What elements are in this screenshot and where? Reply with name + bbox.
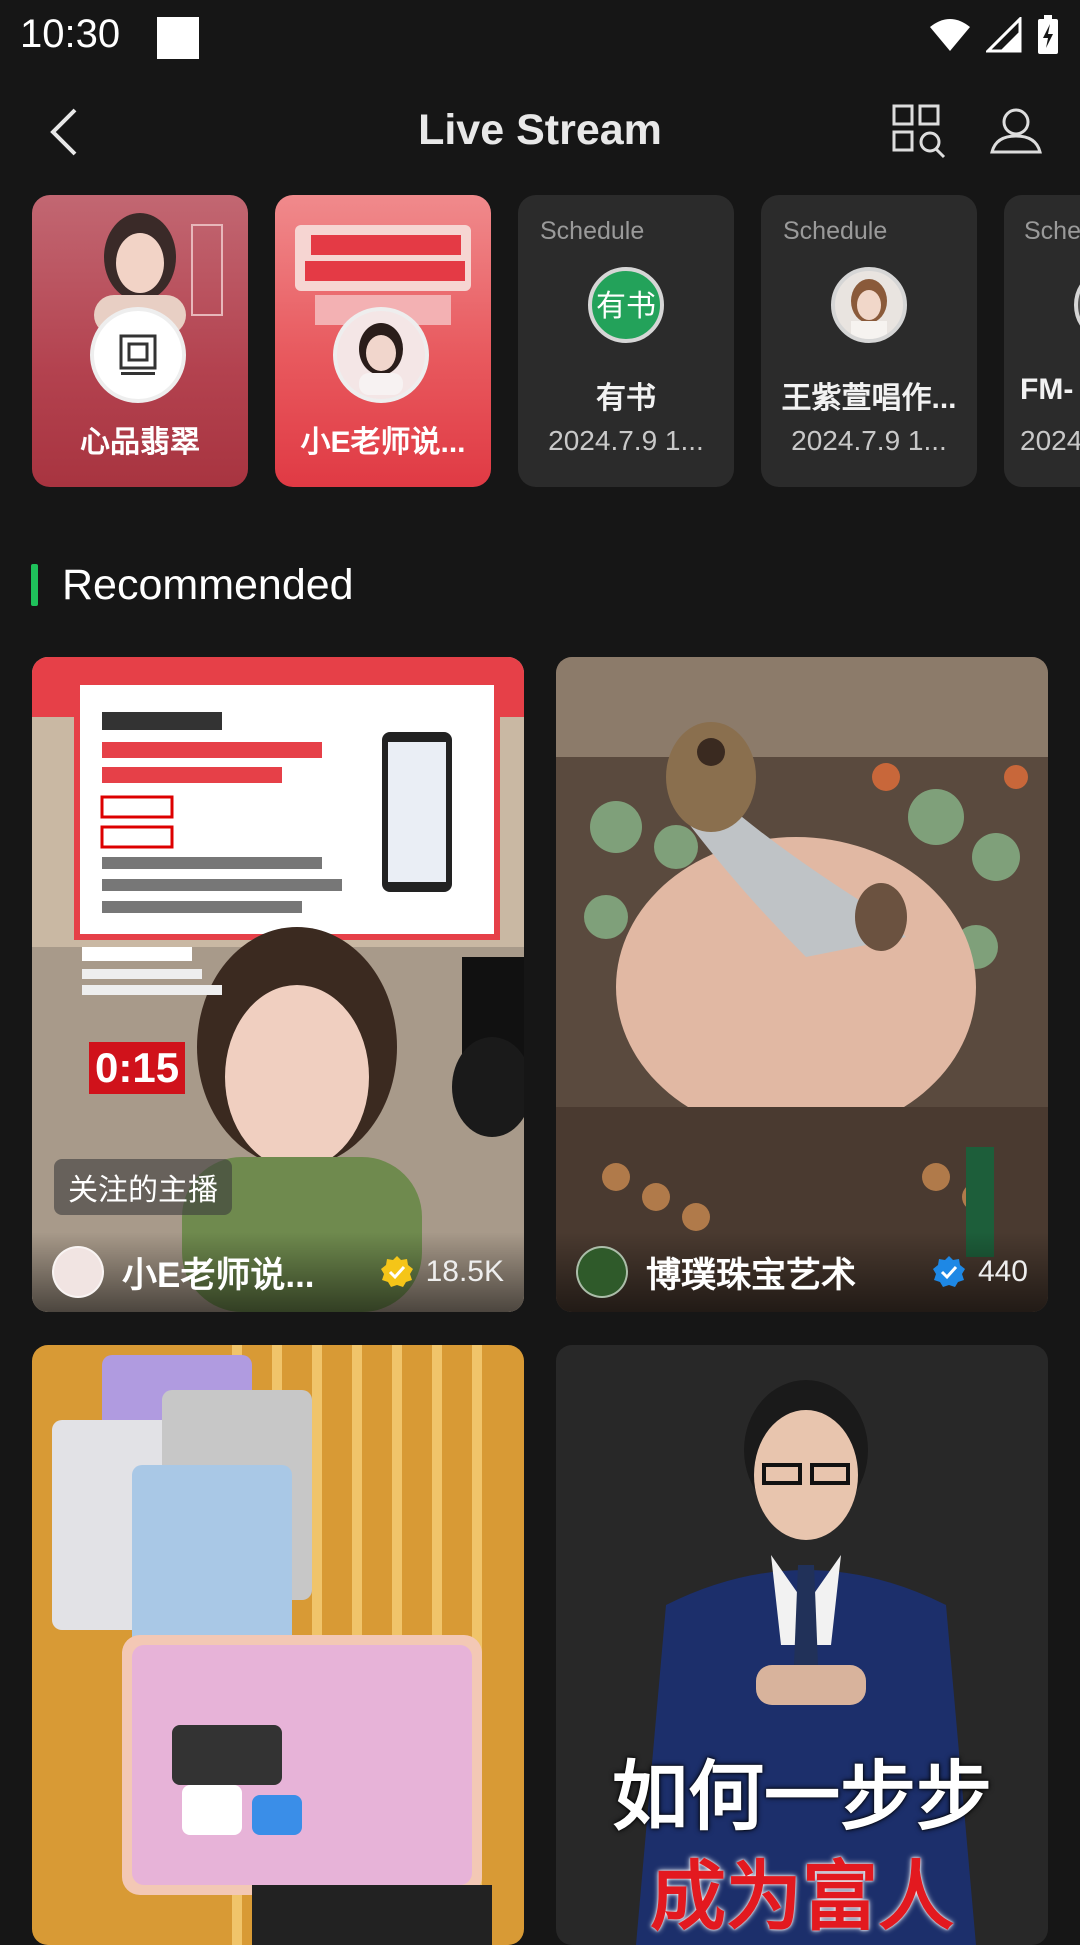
scan-button[interactable] (888, 102, 952, 166)
viewer-count: 440 (977, 1255, 1028, 1288)
stream-thumbnail (556, 657, 1048, 1312)
schedule-time: 2024.7.9 1... (548, 425, 704, 456)
schedule-label: Sche (1024, 217, 1080, 245)
host-avatar (831, 267, 907, 343)
schedule-card[interactable]: Schedule 有书 有书 2024.7.9 1... (518, 195, 734, 487)
notification-icon (157, 17, 199, 59)
poster-title-line2: 成为富人 (650, 1855, 954, 1940)
stream-thumbnail (32, 1345, 524, 1945)
live-stories-row[interactable]: 心品翡翠 小E老师说... Schedule 有书 有书 2024.7.9 1.… (0, 195, 1080, 487)
poster-title-line1: 如何一步步 (612, 1755, 992, 1840)
host-avatar (333, 307, 429, 403)
tile-footer: 博璞珠宝艺术 440 (556, 1232, 1048, 1312)
story-card[interactable]: 心品翡翠 (32, 195, 248, 487)
section-accent-bar (31, 564, 38, 606)
viewer-count: 18.5K (425, 1255, 504, 1288)
user-icon (990, 108, 1042, 154)
host-avatar (576, 1246, 628, 1298)
status-time: 10:30 (20, 12, 121, 56)
story-card[interactable]: 小E老师说... (275, 195, 491, 487)
schedule-card[interactable]: Schedule 王紫萱唱作... 2024.7.9 1... (761, 195, 977, 487)
schedule-host-name: 有书 (596, 382, 656, 415)
schedule-label: Schedule (783, 217, 888, 245)
battery-icon (1038, 15, 1058, 54)
verified-badge-icon (932, 1256, 965, 1287)
recommended-section-header: Recommended (31, 560, 354, 610)
live-tile[interactable]: 0:15 关注的主播 小E老师说... 18.5K (32, 657, 524, 1312)
schedule-card[interactable]: Sche FM- 2024 (1004, 195, 1080, 487)
live-tile[interactable]: 如何一步步 成为富人 (556, 1345, 1048, 1945)
story-host-name: 心品翡翠 (80, 426, 200, 459)
wifi-icon (930, 19, 970, 51)
schedule-time: 2024.7.9 1... (791, 425, 947, 456)
host-name: 小E老师说... (122, 1255, 315, 1295)
signal-icon (986, 17, 1022, 53)
host-avatar (52, 1246, 104, 1298)
story-host-name: 小E老师说... (300, 426, 466, 459)
live-tile[interactable]: 博璞珠宝艺术 440 (556, 657, 1048, 1312)
following-tag: 关注的主播 (54, 1159, 232, 1215)
section-title: Recommended (62, 560, 354, 609)
svg-text:有书: 有书 (596, 289, 656, 324)
profile-button[interactable] (984, 102, 1048, 166)
schedule-host-name: 王紫萱唱作... (781, 382, 957, 415)
verified-badge-icon (380, 1256, 413, 1287)
host-avatar (90, 307, 186, 403)
tile-footer: 小E老师说... 18.5K (32, 1232, 524, 1312)
schedule-label: Schedule (540, 217, 645, 245)
host-name: 博璞珠宝艺术 (646, 1255, 857, 1295)
status-icons (928, 14, 1060, 56)
host-avatar: 有书 (588, 267, 664, 343)
host-avatar (1074, 267, 1080, 343)
schedule-host-name: FM- (1020, 373, 1074, 406)
grid-search-icon (892, 104, 946, 159)
status-bar: 10:30 (0, 0, 1080, 76)
app-header: Live Stream (0, 88, 1080, 176)
schedule-time: 2024 (1020, 425, 1080, 456)
live-tile[interactable] (32, 1345, 524, 1945)
countdown-timer: 0:15 (89, 1042, 186, 1094)
